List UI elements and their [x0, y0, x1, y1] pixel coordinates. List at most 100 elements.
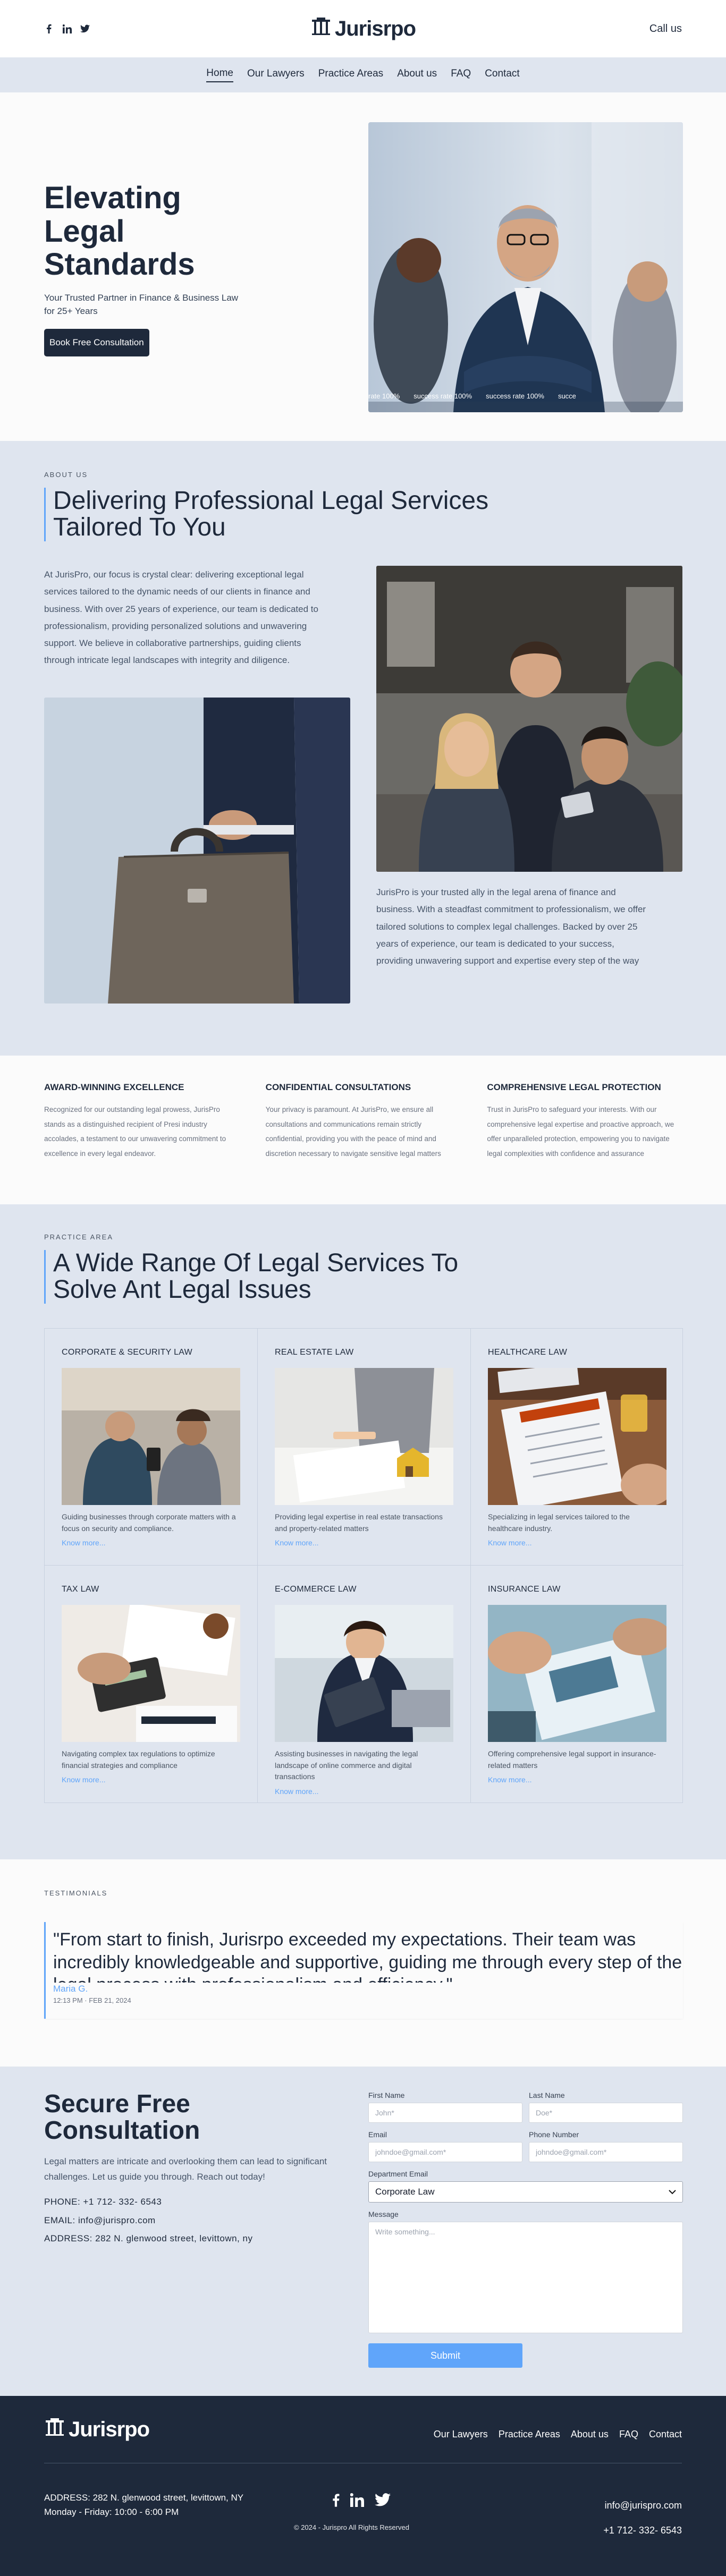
nav-home[interactable]: Home: [206, 67, 233, 82]
ticker-item: rate 100%: [368, 392, 400, 400]
footer-brand-name: Jurisrpo: [69, 2417, 150, 2441]
practice-card-title: REAL ESTATE LAW: [275, 1348, 354, 1357]
department-select[interactable]: Corporate Law: [368, 2181, 683, 2203]
know-more-link[interactable]: Know more...: [62, 1538, 240, 1547]
practice-card-text: Specializing in legal services tailored …: [488, 1512, 630, 1533]
linkedin-icon[interactable]: [62, 24, 72, 33]
know-more-link[interactable]: Know more...: [488, 1775, 666, 1784]
practice-card[interactable]: HEALTHCARE LAW Specializing in legal ser…: [471, 1329, 683, 1566]
practice-card-title: E-COMMERCE LAW: [275, 1585, 357, 1594]
footer-address-block: ADDRESS: 282 N. glenwood street, levitto…: [44, 2490, 267, 2519]
tax-calculator-image: [62, 1605, 240, 1742]
chevron-down-icon: [669, 2187, 676, 2197]
practice-card-text: Assisting businesses in navigating the l…: [275, 1749, 418, 1781]
testimonials-label: TESTIMONIALS: [44, 1889, 108, 1897]
nav-practice-areas[interactable]: Practice Areas: [318, 68, 384, 82]
footer-nav-contact[interactable]: Contact: [649, 2429, 682, 2440]
first-name-field[interactable]: [368, 2103, 522, 2123]
feature-card: AWARD-WINNING EXCELLENCE Recognized for …: [44, 1082, 239, 1204]
practice-card-text: Offering comprehensive legal support in …: [488, 1749, 656, 1770]
feature-text: Trust in JurisPro to safeguard your inte…: [487, 1106, 674, 1158]
feature-card: CONFIDENTIAL CONSULTATIONS Your privacy …: [266, 1082, 461, 1204]
know-more-link[interactable]: Know more...: [275, 1538, 453, 1547]
footer-nav-faq[interactable]: FAQ: [619, 2429, 638, 2440]
footer-nav-practice-areas[interactable]: Practice Areas: [499, 2429, 560, 2440]
ticker-item: success rate 100%: [486, 392, 544, 400]
footer: Jurisrpo Our Lawyers Practice Areas Abou…: [0, 2396, 726, 2576]
briefcase-image: [44, 698, 350, 1004]
facebook-icon[interactable]: [332, 2493, 340, 2510]
facebook-icon[interactable]: [44, 24, 54, 33]
footer-nav-our-lawyers[interactable]: Our Lawyers: [434, 2429, 488, 2440]
practice-label: PRACTICE AREA: [44, 1233, 114, 1241]
about-section: ABOUT US Delivering Professional Legal S…: [0, 441, 726, 1056]
hero-subtitle: Your Trusted Partner in Finance & Busine…: [44, 292, 239, 317]
know-more-link[interactable]: Know more...: [62, 1775, 240, 1784]
feature-text: Recognized for our outstanding legal pro…: [44, 1106, 226, 1158]
nav-our-lawyers[interactable]: Our Lawyers: [247, 68, 305, 82]
main-nav: Home Our Lawyers Practice Areas About us…: [0, 57, 726, 92]
footer-email[interactable]: info@jurispro.com: [603, 2493, 682, 2518]
ecommerce-tablet-image: [275, 1605, 453, 1742]
contact-address: ADDRESS: 282 N. glenwood street, levitto…: [44, 2233, 253, 2243]
features-section: AWARD-WINNING EXCELLENCE Recognized for …: [0, 1056, 726, 1204]
testimonial-date: 12:13 PM · FEB 21, 2024: [53, 1996, 131, 2004]
social-links: [44, 24, 150, 33]
practice-card[interactable]: REAL ESTATE LAW Providing legal expertis…: [258, 1329, 471, 1566]
pillar-logo-icon: [310, 15, 332, 42]
twitter-icon[interactable]: [80, 24, 90, 33]
footer-phone[interactable]: +1 712- 332- 6543: [603, 2518, 682, 2543]
call-us-link[interactable]: Call us: [576, 23, 682, 35]
testimonial-author: Maria G.: [53, 1984, 88, 1994]
testimonial-quote: "From start to finish, Jurisrpo exceeded…: [53, 1929, 682, 1983]
brand-logo[interactable]: Jurisrpo: [310, 15, 416, 42]
insurance-documents-image: [488, 1605, 666, 1742]
footer-contact: info@jurispro.com +1 712- 332- 6543: [603, 2493, 682, 2543]
last-name-label: Last Name: [529, 2091, 565, 2099]
footer-logo[interactable]: Jurisrpo: [44, 2416, 150, 2443]
contact-subtitle: Legal matters are intricate and overlook…: [44, 2156, 327, 2182]
department-label: Department Email: [368, 2170, 428, 2178]
last-name-field[interactable]: [529, 2103, 683, 2123]
nav-contact[interactable]: Contact: [485, 68, 519, 82]
contact-title: Secure Free Consultation: [44, 2090, 200, 2145]
message-label: Message: [368, 2210, 399, 2218]
practice-card[interactable]: TAX LAW Navigating complex tax regulatio…: [45, 1566, 258, 1803]
practice-section: PRACTICE AREA A Wide Range Of Legal Serv…: [0, 1204, 726, 1859]
email-label: Email: [368, 2130, 387, 2139]
footer-social-links: [332, 2493, 391, 2510]
email-field[interactable]: [368, 2142, 522, 2162]
practice-card-title: HEALTHCARE LAW: [488, 1348, 568, 1357]
nav-about-us[interactable]: About us: [397, 68, 437, 82]
medical-report-image: [488, 1368, 666, 1505]
phone-label: Phone Number: [529, 2130, 579, 2139]
practice-card[interactable]: E-COMMERCE LAW Assisting businesses in n…: [258, 1566, 471, 1803]
nav-faq[interactable]: FAQ: [451, 68, 471, 82]
practice-card[interactable]: CORPORATE & SECURITY LAW Guiding busines…: [45, 1329, 258, 1566]
top-bar: Jurisrpo Call us: [0, 0, 726, 57]
contact-section: Secure Free Consultation Legal matters a…: [0, 2067, 726, 2396]
practice-card[interactable]: INSURANCE LAW Offering comprehensive leg…: [471, 1566, 683, 1803]
about-paragraph-1: At JurisPro, our focus is crystal clear:…: [44, 569, 318, 666]
testimonials-section: TESTIMONIALS "From start to finish, Juri…: [0, 1859, 726, 2067]
feature-title: AWARD-WINNING EXCELLENCE: [44, 1082, 184, 1092]
image-ticker: rate 100% success rate 100% success rate…: [368, 392, 683, 400]
hero-title: Elevating Legal Standards: [44, 181, 195, 282]
team-meeting-image: [376, 566, 682, 872]
know-more-link[interactable]: Know more...: [275, 1787, 453, 1796]
practice-card-text: Navigating complex tax regulations to op…: [62, 1749, 215, 1770]
feature-text: Your privacy is paramount. At JurisPro, …: [265, 1106, 441, 1158]
footer-nav-about-us[interactable]: About us: [571, 2429, 609, 2440]
twitter-icon[interactable]: [375, 2493, 391, 2510]
message-field[interactable]: [368, 2222, 683, 2333]
hero-lawyer-image: rate 100% success rate 100% success rate…: [368, 122, 683, 412]
submit-button[interactable]: Submit: [368, 2343, 522, 2368]
know-more-link[interactable]: Know more...: [488, 1538, 666, 1547]
linkedin-icon[interactable]: [350, 2493, 364, 2510]
book-consultation-button[interactable]: Book Free Consultation: [44, 328, 149, 356]
about-title: Delivering Professional Legal Services T…: [44, 487, 533, 541]
practice-card-title: TAX LAW: [62, 1585, 99, 1594]
footer-address: ADDRESS: 282 N. glenwood street, levitto…: [44, 2493, 244, 2503]
feature-card: COMPREHENSIVE LEGAL PROTECTION Trust in …: [487, 1082, 682, 1204]
phone-field[interactable]: [529, 2142, 683, 2162]
